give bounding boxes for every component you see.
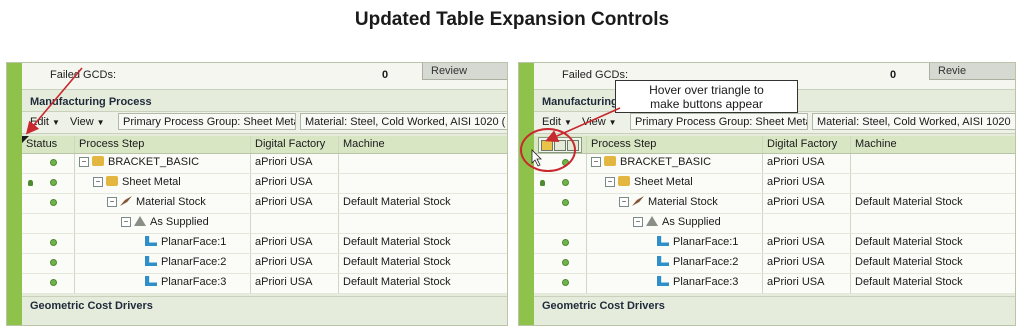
arrow-to-triangle [25,67,83,135]
annotation-arrows [25,67,621,167]
arrow-to-buttons [545,107,621,142]
mouse-cursor-icon [531,149,542,167]
